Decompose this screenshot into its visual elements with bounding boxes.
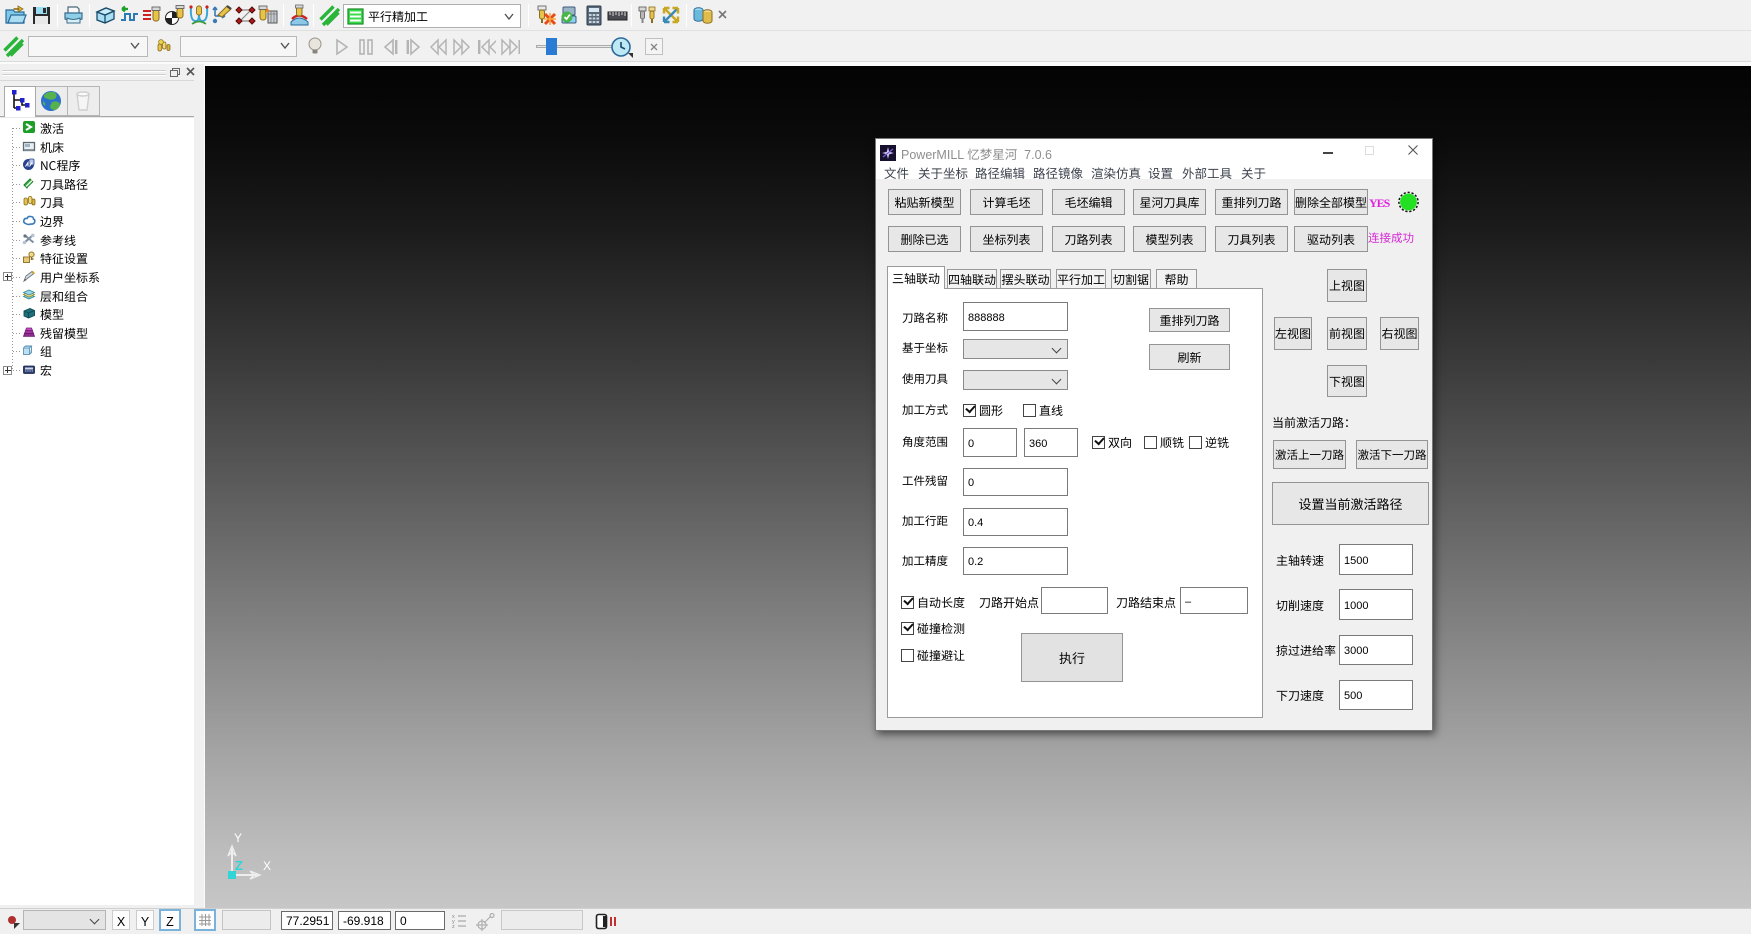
svg-text:z: z (452, 924, 455, 929)
svg-text:X: X (263, 859, 271, 873)
svg-text:Y: Y (234, 831, 242, 845)
svg-text:Z: Z (235, 858, 243, 873)
